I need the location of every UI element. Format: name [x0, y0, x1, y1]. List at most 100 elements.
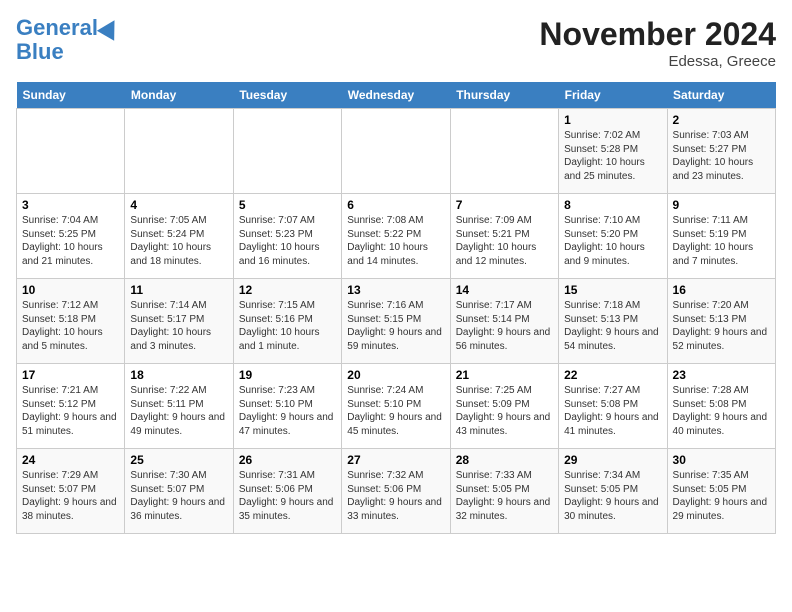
weekday-header-sunday: Sunday	[17, 82, 125, 109]
location: Edessa, Greece	[539, 53, 776, 70]
day-info: Sunrise: 7:15 AM Sunset: 5:16 PM Dayligh…	[239, 299, 336, 353]
day-info: Sunrise: 7:22 AM Sunset: 5:11 PM Dayligh…	[130, 384, 227, 438]
day-info: Sunrise: 7:31 AM Sunset: 5:06 PM Dayligh…	[239, 469, 336, 523]
day-info: Sunrise: 7:16 AM Sunset: 5:15 PM Dayligh…	[347, 299, 444, 353]
title-block: November 2024 Edessa, Greece	[539, 16, 776, 70]
calendar-cell: 7Sunrise: 7:09 AM Sunset: 5:21 PM Daylig…	[450, 194, 558, 279]
calendar-cell: 29 Sunrise: 7:34 AM Sunset: 5:05 PM Dayli…	[559, 449, 667, 534]
day-info: Sunrise: 7:17 AM Sunset: 5:14 PM Dayligh…	[456, 299, 553, 353]
day-number: 15	[564, 283, 661, 297]
calendar-cell	[342, 109, 450, 194]
calendar-cell: 12 Sunrise: 7:15 AM Sunset: 5:16 PM Dayli…	[233, 279, 341, 364]
calendar-cell: 16 Sunrise: 7:20 AM Sunset: 5:13 PM Dayli…	[667, 279, 775, 364]
day-number: 11	[130, 283, 227, 297]
calendar-cell: 3 Sunrise: 7:04 AM Sunset: 5:25 PM Daylig…	[17, 194, 125, 279]
day-number: 10	[22, 283, 119, 297]
page-header: General Blue November 2024 Edessa, Greec…	[16, 16, 776, 70]
day-info: Sunrise: 7:14 AM Sunset: 5:17 PM Dayligh…	[130, 299, 227, 353]
logo-triangle-icon	[97, 15, 123, 41]
day-info: Sunrise: 7:08 AM Sunset: 5:22 PM Dayligh…	[347, 214, 444, 268]
day-number: 3	[22, 198, 119, 212]
day-info: Sunrise: 7:29 AM Sunset: 5:07 PM Dayligh…	[22, 469, 119, 523]
weekday-header-tuesday: Tuesday	[233, 82, 341, 109]
calendar-cell: 6Sunrise: 7:08 AM Sunset: 5:22 PM Daylig…	[342, 194, 450, 279]
day-info: Sunrise: 7:04 AM Sunset: 5:25 PM Dayligh…	[22, 214, 119, 268]
day-number: 2	[673, 113, 770, 127]
day-number: 8	[564, 198, 661, 212]
day-info: Sunrise: 7:28 AM Sunset: 5:08 PM Dayligh…	[673, 384, 770, 438]
day-info: Sunrise: 7:30 AM Sunset: 5:07 PM Dayligh…	[130, 469, 227, 523]
day-number: 27	[347, 453, 444, 467]
day-number: 14	[456, 283, 553, 297]
calendar-cell: 1 Sunrise: 7:02 AM Sunset: 5:28 PM Daylig…	[559, 109, 667, 194]
day-info: Sunrise: 7:21 AM Sunset: 5:12 PM Dayligh…	[22, 384, 119, 438]
day-info: Sunrise: 7:25 AM Sunset: 5:09 PM Dayligh…	[456, 384, 553, 438]
day-info: Sunrise: 7:07 AM Sunset: 5:23 PM Dayligh…	[239, 214, 336, 268]
calendar-cell: 10 Sunrise: 7:12 AM Sunset: 5:18 PM Dayli…	[17, 279, 125, 364]
calendar-cell: 20 Sunrise: 7:24 AM Sunset: 5:10 PM Dayli…	[342, 364, 450, 449]
day-info: Sunrise: 7:20 AM Sunset: 5:13 PM Dayligh…	[673, 299, 770, 353]
day-number: 9	[673, 198, 770, 212]
weekday-header-thursday: Thursday	[450, 82, 558, 109]
day-number: 25	[130, 453, 227, 467]
day-number: 17	[22, 368, 119, 382]
day-number: 28	[456, 453, 553, 467]
calendar-cell: 18Sunrise: 7:22 AM Sunset: 5:11 PM Dayli…	[125, 364, 233, 449]
calendar-cell: 19 Sunrise: 7:23 AM Sunset: 5:10 PM Dayli…	[233, 364, 341, 449]
day-number: 24	[22, 453, 119, 467]
calendar-cell: 24 Sunrise: 7:29 AM Sunset: 5:07 PM Dayli…	[17, 449, 125, 534]
weekday-header-monday: Monday	[125, 82, 233, 109]
day-number: 22	[564, 368, 661, 382]
weekday-header-friday: Friday	[559, 82, 667, 109]
day-number: 5	[239, 198, 336, 212]
calendar-cell: 26 Sunrise: 7:31 AM Sunset: 5:06 PM Dayli…	[233, 449, 341, 534]
calendar-cell	[125, 109, 233, 194]
calendar-cell: 4Sunrise: 7:05 AM Sunset: 5:24 PM Daylig…	[125, 194, 233, 279]
weekday-header-wednesday: Wednesday	[342, 82, 450, 109]
day-info: Sunrise: 7:34 AM Sunset: 5:05 PM Dayligh…	[564, 469, 661, 523]
calendar-cell	[450, 109, 558, 194]
day-number: 29	[564, 453, 661, 467]
logo-text-blue: Blue	[16, 40, 64, 64]
day-number: 30	[673, 453, 770, 467]
logo-text: General	[16, 16, 98, 40]
day-number: 4	[130, 198, 227, 212]
calendar-cell: 8 Sunrise: 7:10 AM Sunset: 5:20 PM Daylig…	[559, 194, 667, 279]
day-info: Sunrise: 7:27 AM Sunset: 5:08 PM Dayligh…	[564, 384, 661, 438]
logo: General Blue	[16, 16, 120, 64]
day-number: 19	[239, 368, 336, 382]
calendar-cell: 15 Sunrise: 7:18 AM Sunset: 5:13 PM Dayli…	[559, 279, 667, 364]
calendar-cell: 22 Sunrise: 7:27 AM Sunset: 5:08 PM Dayli…	[559, 364, 667, 449]
day-info: Sunrise: 7:24 AM Sunset: 5:10 PM Dayligh…	[347, 384, 444, 438]
calendar-cell: 14 Sunrise: 7:17 AM Sunset: 5:14 PM Dayli…	[450, 279, 558, 364]
day-info: Sunrise: 7:32 AM Sunset: 5:06 PM Dayligh…	[347, 469, 444, 523]
weekday-header-saturday: Saturday	[667, 82, 775, 109]
day-info: Sunrise: 7:02 AM Sunset: 5:28 PM Dayligh…	[564, 129, 661, 183]
day-info: Sunrise: 7:03 AM Sunset: 5:27 PM Dayligh…	[673, 129, 770, 183]
month-title: November 2024	[539, 16, 776, 53]
calendar-cell: 13 Sunrise: 7:16 AM Sunset: 5:15 PM Dayli…	[342, 279, 450, 364]
day-number: 23	[673, 368, 770, 382]
calendar-cell: 21Sunrise: 7:25 AM Sunset: 5:09 PM Dayli…	[450, 364, 558, 449]
day-number: 26	[239, 453, 336, 467]
day-number: 12	[239, 283, 336, 297]
day-info: Sunrise: 7:35 AM Sunset: 5:05 PM Dayligh…	[673, 469, 770, 523]
day-info: Sunrise: 7:18 AM Sunset: 5:13 PM Dayligh…	[564, 299, 661, 353]
calendar-table: SundayMondayTuesdayWednesdayThursdayFrid…	[16, 82, 776, 534]
day-number: 1	[564, 113, 661, 127]
day-info: Sunrise: 7:10 AM Sunset: 5:20 PM Dayligh…	[564, 214, 661, 268]
day-info: Sunrise: 7:33 AM Sunset: 5:05 PM Dayligh…	[456, 469, 553, 523]
calendar-cell: 5 Sunrise: 7:07 AM Sunset: 5:23 PM Daylig…	[233, 194, 341, 279]
day-number: 7	[456, 198, 553, 212]
day-info: Sunrise: 7:12 AM Sunset: 5:18 PM Dayligh…	[22, 299, 119, 353]
day-number: 13	[347, 283, 444, 297]
day-info: Sunrise: 7:23 AM Sunset: 5:10 PM Dayligh…	[239, 384, 336, 438]
calendar-cell: 17 Sunrise: 7:21 AM Sunset: 5:12 PM Dayli…	[17, 364, 125, 449]
day-number: 20	[347, 368, 444, 382]
day-number: 16	[673, 283, 770, 297]
calendar-cell	[17, 109, 125, 194]
calendar-cell: 11 Sunrise: 7:14 AM Sunset: 5:17 PM Dayli…	[125, 279, 233, 364]
calendar-cell: 25 Sunrise: 7:30 AM Sunset: 5:07 PM Dayli…	[125, 449, 233, 534]
calendar-cell: 27 Sunrise: 7:32 AM Sunset: 5:06 PM Dayli…	[342, 449, 450, 534]
calendar-cell: 30 Sunrise: 7:35 AM Sunset: 5:05 PM Dayli…	[667, 449, 775, 534]
